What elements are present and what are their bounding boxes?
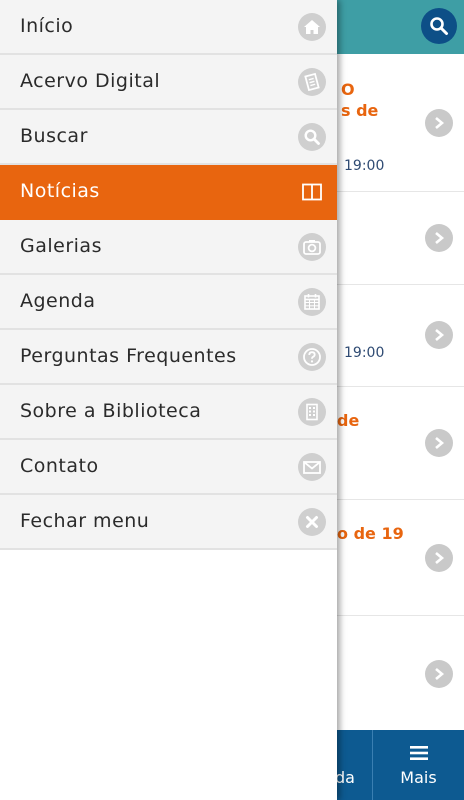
list-item-title: O — [341, 80, 355, 99]
search-icon — [430, 17, 448, 35]
menu-item-label: Início — [20, 15, 74, 37]
menu-item-label: Agenda — [20, 290, 96, 312]
tab-mais[interactable]: Mais — [373, 730, 464, 800]
chevron-right-icon[interactable] — [425, 544, 453, 572]
menu-item-agenda[interactable]: Agenda — [0, 275, 337, 330]
chevron-right-icon[interactable] — [425, 660, 453, 688]
list-item-title: o de 19 — [337, 524, 404, 543]
chevron-right-icon[interactable] — [425, 429, 453, 457]
chevron-right-icon[interactable] — [425, 321, 453, 349]
list-item-title: s de — [341, 101, 379, 120]
menu-item-label: Fechar menu — [20, 510, 150, 532]
menu-item-galerias[interactable]: Galerias — [0, 220, 337, 275]
menu-item-perguntas-frequentes[interactable]: Perguntas Frequentes — [0, 330, 337, 385]
newspaper-icon — [298, 178, 326, 206]
tab-agenda-label[interactable]: da — [335, 768, 355, 787]
chevron-right-icon[interactable] — [425, 109, 453, 137]
menu-item-label: Perguntas Frequentes — [20, 345, 237, 367]
list-item-title: de — [337, 411, 360, 430]
calendar-icon — [298, 288, 326, 316]
navigation-drawer: Início Acervo Digital Buscar Notícias Ga… — [0, 0, 337, 800]
menu-item-sobre-a-biblioteca[interactable]: Sobre a Biblioteca — [0, 385, 337, 440]
menu-item-contato[interactable]: Contato — [0, 440, 337, 495]
home-icon — [298, 13, 326, 41]
building-icon — [298, 398, 326, 426]
list-item-date: 19:00 — [344, 345, 385, 361]
menu-item-inicio[interactable]: Início — [0, 0, 337, 55]
menu-item-fechar-menu[interactable]: Fechar menu — [0, 495, 337, 550]
tab-mais-label: Mais — [400, 768, 437, 787]
chevron-right-icon[interactable] — [425, 224, 453, 252]
menu-item-buscar[interactable]: Buscar — [0, 110, 337, 165]
mail-icon — [298, 453, 326, 481]
menu-item-label: Buscar — [20, 125, 88, 147]
close-icon — [298, 508, 326, 536]
menu-item-label: Notícias — [20, 180, 100, 202]
hamburger-icon — [410, 746, 428, 760]
menu-item-label: Contato — [20, 455, 99, 477]
list-item-date: 19:00 — [344, 158, 385, 174]
menu-item-label: Galerias — [20, 235, 102, 257]
camera-icon — [298, 233, 326, 261]
menu-item-acervo-digital[interactable]: Acervo Digital — [0, 55, 337, 110]
search-button[interactable] — [421, 8, 457, 44]
menu-item-noticias[interactable]: Notícias — [0, 165, 337, 220]
book-icon — [298, 68, 326, 96]
question-icon — [298, 343, 326, 371]
search-icon — [298, 123, 326, 151]
menu-item-label: Sobre a Biblioteca — [20, 400, 202, 422]
menu-item-label: Acervo Digital — [20, 70, 161, 92]
